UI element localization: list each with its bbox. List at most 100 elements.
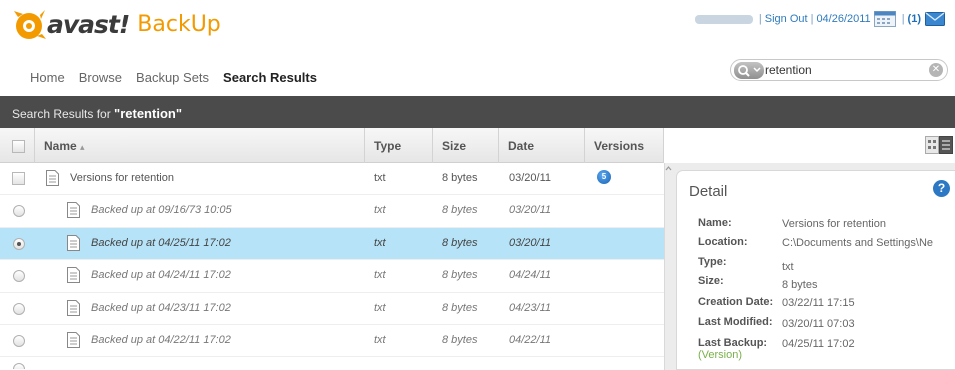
top-user-bar: | Sign Out | 04/26/2011 | (1) (694, 10, 945, 28)
search-icon[interactable] (734, 62, 764, 79)
table-row[interactable]: Backed up at 09/16/73 10:05 txt 8 bytes … (0, 195, 664, 228)
row-date: 04/22/11 (509, 333, 552, 346)
clear-search-icon[interactable]: ✕ (929, 63, 943, 77)
detail-label-name: Name: (698, 217, 732, 229)
detail-title: Detail (689, 183, 728, 200)
document-icon (67, 202, 80, 219)
product-name: BackUp (137, 11, 221, 37)
row-date: 04/23/11 (509, 301, 552, 314)
separator: | (758, 13, 762, 25)
message-count[interactable]: (1) (908, 13, 921, 25)
version-radio[interactable] (13, 363, 25, 370)
row-name: Backed up at 04/25/11 17:02 (91, 236, 231, 249)
row-type: txt (374, 333, 386, 346)
view-toggle-icon[interactable] (925, 136, 953, 154)
detail-label-type: Type: (698, 256, 727, 268)
row-type: txt (374, 236, 386, 249)
detail-label-size: Size: (698, 275, 724, 287)
nav-home[interactable]: Home (30, 70, 65, 85)
detail-value-size: 8 bytes (782, 279, 818, 291)
results-table: Name ▴ Type Size Date Versions Versions … (0, 128, 664, 370)
row-type: txt (374, 204, 386, 217)
row-name: Backed up at 04/24/11 17:02 (91, 269, 231, 282)
document-icon (67, 234, 80, 251)
user-name-redacted (694, 14, 753, 24)
table-row-partial (0, 357, 664, 370)
table-row[interactable]: Backed up at 04/23/11 17:02 txt 8 bytes … (0, 293, 664, 325)
version-radio[interactable] (13, 205, 25, 218)
detail-value-backup: 04/25/11 17:02 (782, 338, 855, 350)
row-size: 8 bytes (442, 301, 478, 314)
row-date: 03/20/11 (509, 204, 552, 217)
results-query: "retention" (114, 106, 182, 121)
row-name: Backed up at 04/22/11 17:02 (91, 333, 231, 346)
row-size: 8 bytes (442, 269, 478, 282)
nav-backup-sets[interactable]: Backup Sets (136, 70, 209, 85)
calendar-icon[interactable] (873, 11, 896, 27)
versions-count-badge[interactable]: 5 (597, 170, 611, 184)
results-label: Search Results for (12, 107, 115, 121)
row-name: Backed up at 04/23/11 17:02 (91, 301, 231, 314)
row-name: Versions for retention (70, 172, 174, 184)
row-size: 8 bytes (442, 172, 478, 184)
detail-value-name: Versions for retention (782, 218, 886, 230)
panel-scroll-handle[interactable] (664, 163, 673, 183)
document-icon (46, 170, 59, 186)
document-icon (67, 299, 80, 316)
separator: | (810, 13, 814, 25)
table-row[interactable]: Backed up at 04/24/11 17:02 txt 8 bytes … (0, 260, 664, 293)
search-box: ✕ (730, 59, 948, 81)
version-radio[interactable] (13, 302, 25, 315)
row-type: txt (374, 172, 386, 184)
col-type[interactable]: Type (374, 139, 401, 153)
app-header: avast! BackUp | Sign Out | 04/26/2011 | … (0, 0, 955, 60)
row-size: 8 bytes (442, 204, 478, 217)
col-size[interactable]: Size (442, 139, 466, 153)
document-icon (67, 331, 80, 348)
row-date: 03/20/11 (509, 236, 552, 249)
detail-label-location: Location: (698, 236, 748, 248)
mail-icon[interactable] (925, 12, 945, 26)
detail-label-modified: Last Modified: (698, 316, 773, 328)
document-icon (67, 267, 80, 284)
row-type: txt (374, 269, 386, 282)
detail-value-modified: 03/20/11 07:03 (782, 318, 855, 330)
nav-browse[interactable]: Browse (79, 70, 122, 85)
separator: | (901, 13, 905, 25)
version-radio[interactable] (13, 334, 25, 347)
brand-name: avast! (47, 9, 130, 39)
table-row[interactable]: Versions for retention txt 8 bytes 03/20… (0, 163, 664, 196)
results-header-bar: Search Results for "retention" (0, 96, 955, 128)
detail-label-backup: Last Backup: (698, 337, 768, 349)
version-link[interactable]: (Version) (698, 349, 742, 361)
main-nav: Home Browse Backup Sets Search Results (30, 70, 317, 85)
row-type: txt (374, 301, 386, 314)
row-date: 04/24/11 (509, 269, 552, 282)
version-radio-selected[interactable] (13, 237, 25, 250)
row-size: 8 bytes (442, 333, 478, 346)
detail-label-created: Creation Date: (698, 296, 774, 308)
version-radio[interactable] (13, 270, 25, 283)
app-logo[interactable]: avast! BackUp (12, 6, 221, 42)
table-row-selected[interactable]: Backed up at 04/25/11 17:02 txt 8 bytes … (0, 227, 664, 261)
detail-value-created: 03/22/11 17:15 (782, 297, 855, 309)
detail-value-location: C:\Documents and Settings\Ne (782, 237, 934, 249)
row-size: 8 bytes (442, 236, 478, 249)
table-header: Name ▴ Type Size Date Versions (0, 128, 664, 163)
col-date[interactable]: Date (508, 139, 534, 153)
search-input[interactable] (765, 62, 915, 78)
col-versions[interactable]: Versions (594, 139, 644, 153)
avast-logo-icon (14, 10, 46, 39)
sign-out-link[interactable]: Sign Out (765, 13, 808, 25)
sort-asc-icon: ▴ (80, 142, 85, 152)
table-row[interactable]: Backed up at 04/22/11 17:02 txt 8 bytes … (0, 325, 664, 358)
select-all-checkbox[interactable] (12, 140, 25, 153)
help-icon[interactable]: ? (933, 180, 950, 197)
detail-value-type: txt (782, 261, 794, 273)
current-date: 04/26/2011 (816, 13, 871, 25)
nav-search-results[interactable]: Search Results (223, 70, 317, 85)
row-name: Backed up at 09/16/73 10:05 (91, 204, 232, 217)
row-date: 03/20/11 (509, 172, 552, 184)
col-name[interactable]: Name ▴ (44, 139, 85, 153)
row-checkbox[interactable] (12, 172, 25, 185)
